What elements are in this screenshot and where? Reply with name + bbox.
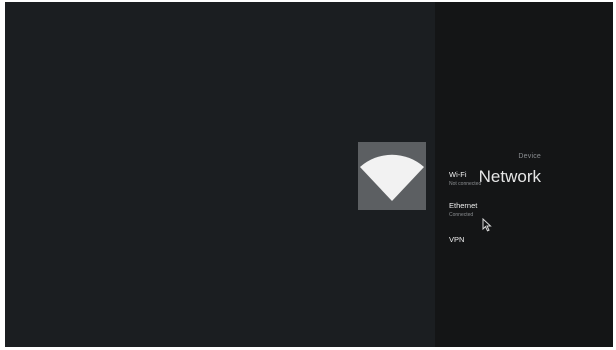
menu-item-label: VPN — [449, 235, 465, 244]
menu-item-ethernet[interactable]: Ethernet Connected — [449, 201, 599, 219]
menu-item-vpn[interactable]: VPN — [449, 235, 599, 245]
menu-item-status: Connected — [449, 212, 474, 218]
breadcrumb: Device — [518, 153, 541, 160]
network-icon-tile — [358, 142, 426, 210]
menu-item-label: Ethernet — [449, 201, 478, 210]
wifi-icon — [360, 154, 424, 201]
menu-item-status: Not connected — [449, 181, 482, 187]
menu-item-wifi[interactable]: Wi-Fi Not connected — [449, 170, 599, 188]
mouse-cursor-icon — [482, 217, 492, 237]
menu-item-label: Wi-Fi — [449, 170, 467, 179]
